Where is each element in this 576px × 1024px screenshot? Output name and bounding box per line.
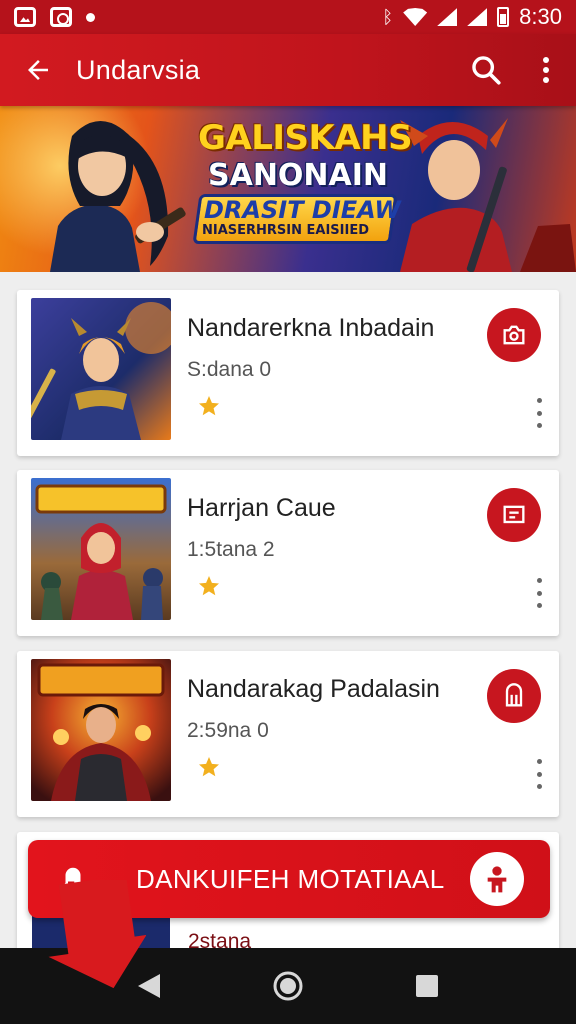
dot-icon	[86, 12, 95, 22]
more-vertical-icon	[536, 398, 542, 403]
star-icon	[199, 576, 219, 596]
game-title: Nandarakag Padalasin	[187, 675, 440, 703]
bluetooth-icon: ᛒ	[382, 7, 394, 27]
list-item[interactable]: Nandarerkna Inbadain S:dana 0	[17, 290, 559, 456]
search-icon	[472, 56, 501, 85]
item-more-button[interactable]	[527, 576, 551, 610]
nav-home-button[interactable]	[268, 966, 308, 1006]
nav-home-icon	[273, 971, 303, 1001]
screen-icon	[503, 505, 525, 524]
item-more-button[interactable]	[527, 396, 551, 430]
status-notifications	[14, 7, 95, 27]
signal-icon	[437, 8, 458, 26]
status-bar: ᛒ 8:30	[0, 0, 576, 34]
banner-title: GALISKAHS	[198, 118, 413, 158]
banner-tag-text: DRASIT DIEAW	[204, 196, 401, 224]
game-action-button[interactable]	[487, 488, 541, 542]
star-icon	[199, 757, 219, 777]
game-action-button[interactable]	[487, 308, 541, 362]
nav-recents-button[interactable]	[407, 966, 447, 1006]
app-bar: Undarvsia	[0, 34, 576, 106]
banner-subtitle: SANONAIN	[208, 158, 389, 193]
game-art	[31, 298, 171, 440]
overflow-menu-button[interactable]	[516, 34, 576, 106]
signal-icon	[467, 8, 488, 26]
game-meta: S:dana 0	[187, 358, 272, 381]
camera-icon	[503, 325, 525, 345]
game-thumbnail	[31, 478, 171, 620]
cta-label: DANKUIFEH MOTATIAAL	[136, 863, 445, 894]
list-item[interactable]: Nandarakag Padalasin 2:59na 0	[17, 651, 559, 817]
door-icon	[505, 683, 523, 707]
search-button[interactable]	[456, 34, 516, 106]
game-title: Nandarerkna Inbadain	[187, 314, 435, 342]
game-thumbnail	[31, 298, 171, 440]
app-bar-actions	[456, 34, 576, 106]
more-vertical-icon	[536, 759, 542, 764]
game-meta: 2:59na 0	[187, 719, 269, 742]
game-meta: 1:5tana 2	[187, 538, 275, 561]
more-vertical-icon	[536, 578, 542, 583]
person-icon	[487, 866, 507, 893]
back-button[interactable]	[0, 34, 76, 106]
game-title: Harrjan Caue	[187, 494, 336, 522]
game-thumbnail	[31, 659, 171, 801]
banner-tag-subtext: NIASERHRSIN EAISIIED	[202, 223, 370, 238]
instagram-icon	[50, 7, 72, 27]
game-art	[31, 659, 171, 801]
photo-icon	[14, 7, 36, 27]
list-item[interactable]: Harrjan Caue 1:5tana 2	[17, 470, 559, 636]
featured-banner[interactable]: GALISKAHS SANONAIN DRASIT DIEAW NIASERHR…	[0, 106, 576, 272]
game-action-button[interactable]	[487, 669, 541, 723]
more-vertical-icon	[543, 57, 549, 83]
page-title: Undarvsia	[76, 54, 201, 85]
profile-button[interactable]	[470, 852, 524, 906]
screen: ᛒ 8:30 Undarvsia GALISKAHS SANONAIN DRAS…	[0, 0, 576, 1024]
item-more-button[interactable]	[527, 757, 551, 791]
nav-recents-icon	[415, 975, 438, 997]
game-art	[31, 478, 171, 620]
wifi-icon	[403, 8, 428, 26]
star-icon	[199, 396, 219, 416]
status-time: 8:30	[519, 4, 562, 29]
status-system: ᛒ 8:30	[382, 4, 562, 30]
battery-icon	[497, 7, 510, 27]
pointer-arrow-icon	[48, 880, 146, 989]
arrow-left-icon	[28, 60, 48, 80]
